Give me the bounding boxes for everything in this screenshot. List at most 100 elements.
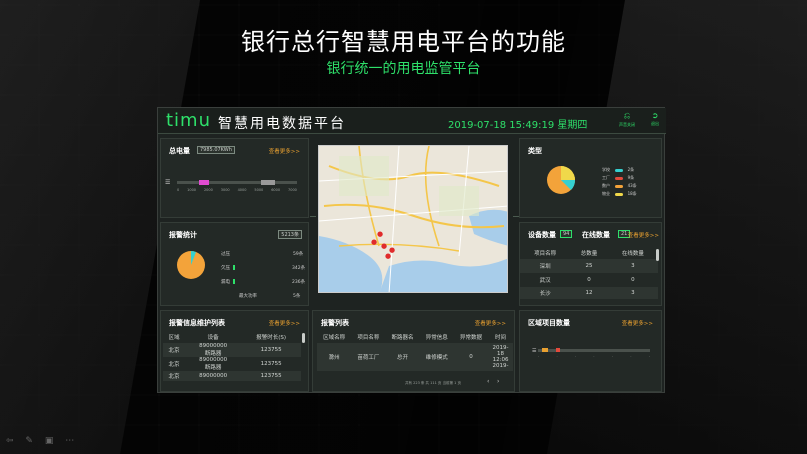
devices-card: 设备数量 94 在线数量 21 查看更多>> 项目名称 总数量 在线数量 深圳 …: [519, 222, 662, 306]
map-pin-icon[interactable]: ●: [377, 230, 383, 238]
logout-button[interactable]: ➲ 退出: [642, 111, 668, 127]
alarm-stats-count: 5213条: [278, 230, 302, 239]
slides-icon[interactable]: ▣: [45, 436, 54, 446]
map-graphic: [319, 146, 507, 292]
table-cell: 123755: [260, 361, 282, 367]
total-power-card: 总电量 7985.07KWh 查看更多>> ☰ 0 1000 2000 3000…: [160, 138, 309, 218]
alarm-item-label: 过压: [221, 252, 230, 257]
devices-table: 项目名称 总数量 在线数量 深圳 25 3 武汉 0 0 长沙 12 3: [520, 247, 658, 299]
divider: [310, 216, 316, 217]
next-page-icon[interactable]: ›: [497, 378, 499, 385]
table-row[interactable]: 长沙 12 3: [520, 287, 658, 299]
column-header: 异常信息: [425, 335, 448, 341]
type-card: 类型 学校 2条 工厂 9条 数户 43条 物业 18条: [519, 138, 662, 218]
table-cell: 北京: [168, 362, 180, 368]
alarm-level-bar: [233, 265, 235, 270]
maintenance-scrollbar[interactable]: [302, 333, 305, 343]
map-pin-icon[interactable]: ●: [385, 252, 391, 260]
sound-toggle-button[interactable]: ⎌ 声音关闭: [614, 111, 640, 128]
alarm-item-label: 最大功率: [239, 294, 257, 299]
legend-value: 43条: [627, 183, 637, 188]
axis-tick: 0: [177, 188, 180, 192]
alarm-list-more-link[interactable]: 查看更多>>: [475, 319, 506, 327]
pen-icon[interactable]: ✎: [25, 436, 33, 446]
maintenance-more-link[interactable]: 查看更多>>: [269, 319, 300, 327]
table-cell: 总开: [397, 355, 409, 361]
alarm-list-title: 报警列表: [321, 319, 349, 327]
slide-subline: 银行统一的用电监管平台: [326, 61, 481, 77]
dashboard-screenshot: timu 智慧用电数据平台 2019-07-18 15:49:19 星期四 ⎌ …: [157, 107, 666, 393]
alarm-item-value: 236条: [292, 280, 306, 285]
divider: [513, 216, 519, 217]
legend-label: 学校: [602, 167, 610, 172]
table-row[interactable]: 武汉 0 0: [520, 273, 658, 287]
alarm-list-table: 区域名称 项目名称 断路器名 异常信息 异常数据 时间 滁州 苗荷工厂 总开 维…: [317, 331, 513, 371]
dashboard-topbar: timu 智慧用电数据平台 2019-07-18 15:49:19 星期四 ⎌ …: [158, 108, 666, 134]
table-cell: 苗荷工厂: [357, 355, 380, 361]
bar-legend-icon: ☰: [532, 348, 537, 354]
sound-icon: ⎌: [623, 111, 631, 120]
axis-tick: ·: [611, 355, 613, 359]
legend-swatch: [615, 192, 624, 196]
device-id: 89000000: [199, 357, 228, 363]
city-map[interactable]: ● ● ● ● ●: [318, 145, 508, 293]
table-row[interactable]: 北京 89000000 123755: [163, 371, 301, 381]
table-cell: 0: [587, 277, 591, 283]
alarm-item-label: 欠压: [221, 266, 230, 271]
column-header: 项目名称: [534, 251, 557, 257]
axis-tick: 3000: [220, 188, 230, 192]
devices-scrollbar[interactable]: [656, 249, 659, 261]
more-icon[interactable]: ⋯: [65, 436, 74, 446]
type-title: 类型: [528, 147, 542, 155]
legend-value: 9条: [627, 175, 635, 180]
prev-page-icon[interactable]: ‹: [487, 378, 489, 385]
device-id: 89000000: [199, 343, 228, 349]
table-row[interactable]: 北京 89000000 断路器 123755: [163, 357, 301, 371]
table-cell: 0: [631, 277, 635, 283]
devices-more-link[interactable]: 查看更多>>: [628, 231, 659, 239]
device-id: 89000000: [199, 373, 228, 379]
table-cell: 长沙: [539, 291, 551, 297]
column-header: 区域名称: [323, 335, 346, 341]
axis-tick: ·: [630, 355, 632, 359]
table-cell: 滁州: [328, 355, 340, 361]
total-power-more-link[interactable]: 查看更多>>: [269, 147, 300, 155]
column-header: 设备: [207, 335, 219, 341]
axis-tick: 5000: [254, 188, 264, 192]
axis-tick: 2000: [203, 188, 213, 192]
map-pin-icon[interactable]: ●: [381, 242, 387, 250]
region-projects-bar: [538, 349, 650, 352]
alarm-pie-chart: [177, 251, 205, 279]
table-row[interactable]: 北京 89000000 断路器 123755: [163, 343, 301, 357]
table-row[interactable]: 深圳 25 3: [520, 259, 658, 273]
table-row[interactable]: 滁州 苗荷工厂 总开 维修模式 0 2019- 18 12:06 2019-: [317, 343, 513, 371]
pie-slice: [561, 166, 575, 180]
table-cell: 3: [631, 290, 635, 296]
region-projects-more-link[interactable]: 查看更多>>: [622, 319, 653, 327]
table-cell: 0: [469, 354, 473, 360]
axis-tick: ·: [538, 355, 540, 359]
column-header: 异常数据: [459, 335, 482, 341]
logout-label: 退出: [651, 121, 659, 126]
legend-label: 数户: [602, 183, 610, 188]
legend-label: 物业: [602, 191, 610, 196]
legend-value: 18条: [627, 191, 637, 196]
devices-title: 设备数量: [528, 231, 556, 239]
table-cell: 89000000 断路器: [185, 357, 241, 371]
column-header: 总数量: [580, 251, 598, 257]
table-cell: 89000000 断路器: [185, 343, 241, 357]
bar-legend-icon: ☰: [165, 179, 171, 186]
region-projects-card: 区域项目数量 查看更多>> ☰ · · · · · · ·: [519, 310, 662, 392]
map-pin-icon[interactable]: ●: [371, 238, 377, 246]
alarm-stats-card: 报警统计 5213条 过压 59条 欠压 342条 漏电 236条 最大功率 5…: [160, 222, 309, 306]
legend-label: 工厂: [602, 175, 610, 180]
axis-tick: ·: [593, 355, 595, 359]
time-part: 2019-: [492, 363, 509, 369]
axis-tick: 4000: [237, 188, 247, 192]
table-cell: 25: [585, 263, 593, 269]
back-arrow-icon[interactable]: ⇦: [6, 436, 14, 446]
region-axis-ticks: · · · · · · ·: [538, 355, 650, 359]
region-bar-segment: [542, 348, 548, 352]
total-power-bar: [177, 181, 297, 184]
table-cell: 维修模式: [425, 355, 448, 361]
